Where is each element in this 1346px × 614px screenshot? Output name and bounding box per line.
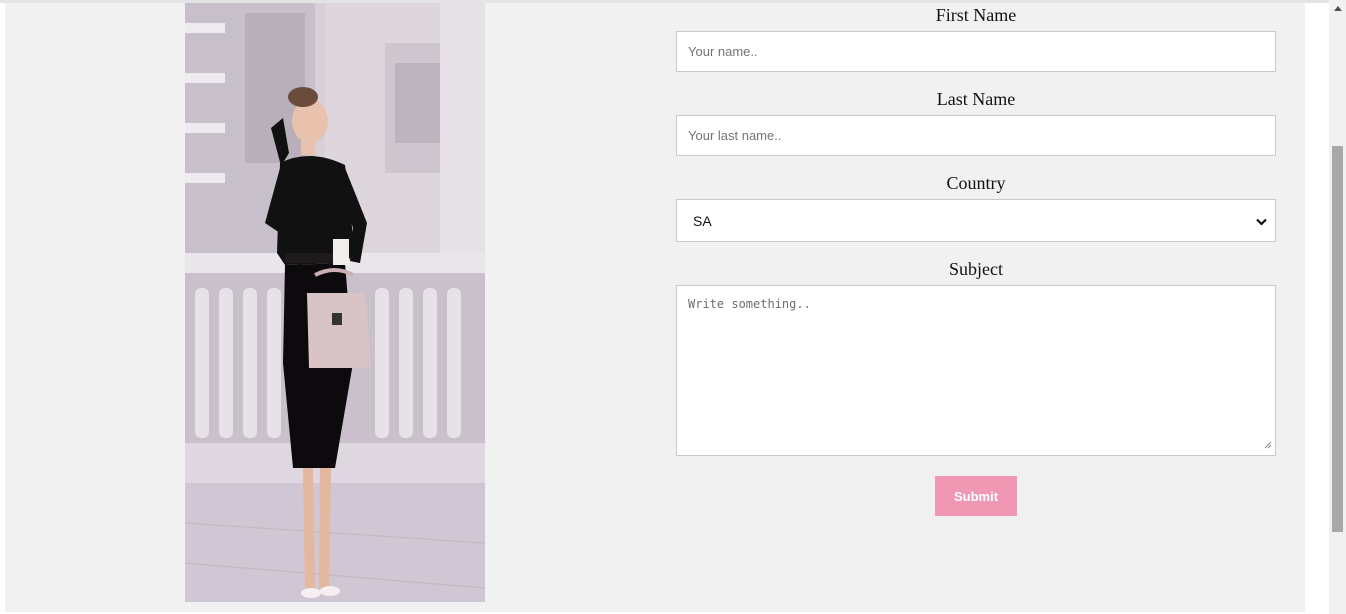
subject-label: Subject [949, 259, 1003, 279]
last-name-label: Last Name [936, 89, 1016, 109]
country-selected-value: SA [693, 213, 712, 229]
last-name-field[interactable] [676, 115, 1276, 156]
submit-button[interactable]: Submit [935, 476, 1017, 516]
chevron-down-icon [1256, 214, 1267, 229]
subject-textarea[interactable] [677, 286, 1275, 455]
vertical-scrollbar[interactable] [1329, 0, 1346, 614]
triangle-up-icon[interactable] [1329, 0, 1346, 17]
country-label: Country [946, 173, 1006, 193]
first-name-input[interactable] [677, 32, 1275, 71]
first-name-label: First Name [935, 5, 1017, 25]
country-select[interactable]: SA [676, 199, 1276, 242]
fashion-photo-illustration [185, 3, 485, 602]
subject-field[interactable] [676, 285, 1276, 456]
last-name-input[interactable] [677, 116, 1275, 155]
scrollbar-thumb[interactable] [1332, 146, 1343, 532]
resize-grip-icon[interactable] [1264, 437, 1272, 452]
first-name-field[interactable] [676, 31, 1276, 72]
fashion-photo [185, 3, 485, 602]
